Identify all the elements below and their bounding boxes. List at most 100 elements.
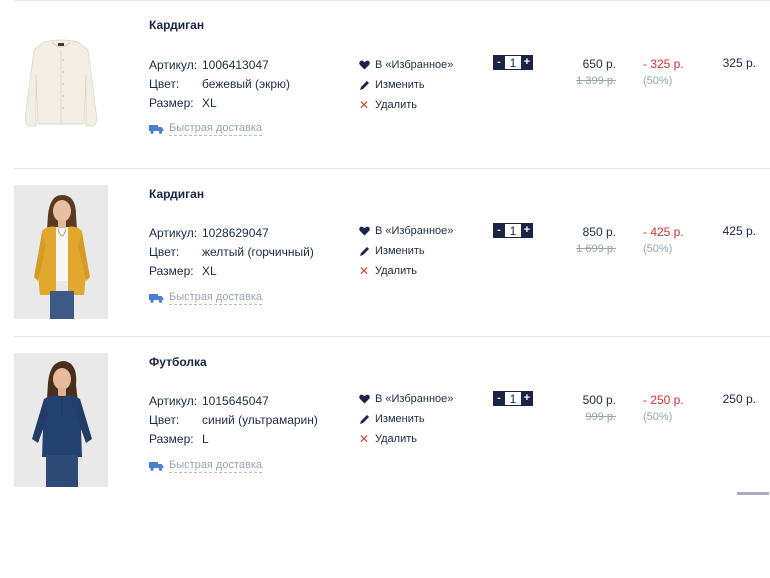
minus-icon[interactable]: -	[493, 223, 505, 238]
size-label: Размер:	[149, 432, 194, 446]
quantity-value[interactable]: 1	[505, 223, 521, 238]
heart-icon	[358, 59, 370, 71]
plus-icon[interactable]: +	[521, 55, 533, 70]
article-label: Артикул:	[149, 394, 198, 408]
discount-amount: - 425 р.	[643, 225, 684, 239]
favorite-label: В «Избранное»	[375, 59, 454, 71]
article-value: 1015645047	[202, 394, 269, 408]
product-image[interactable]	[14, 16, 108, 150]
edit-label: Изменить	[375, 413, 425, 425]
size-value: L	[202, 432, 209, 446]
truck-icon	[149, 462, 164, 471]
product-attributes: Артикул: 1028629047 Цвет: желтый (горчичны…	[149, 224, 314, 281]
quantity-value[interactable]: 1	[505, 391, 521, 406]
close-icon: ✕	[358, 432, 370, 446]
delete-button[interactable]: ✕ Удалить	[358, 429, 453, 449]
product-name[interactable]: Кардиган	[149, 187, 204, 201]
edit-label: Изменить	[375, 79, 425, 91]
old-price: 999 р.	[585, 411, 616, 423]
close-icon: ✕	[358, 98, 370, 112]
article-value: 1028629047	[202, 226, 269, 240]
current-price: 650 р.	[582, 57, 616, 71]
add-to-favorites-button[interactable]: В «Избранное»	[358, 55, 453, 75]
fast-delivery-label: Быстрая доставка	[169, 459, 262, 473]
product-image[interactable]	[14, 185, 108, 319]
size-value: XL	[202, 264, 217, 278]
delete-label: Удалить	[375, 99, 417, 111]
product-name[interactable]: Кардиган	[149, 18, 204, 32]
old-price: 1 399 р.	[576, 75, 616, 87]
delete-button[interactable]: ✕ Удалить	[358, 261, 453, 281]
discount-percent: (50%)	[643, 243, 673, 255]
favorite-label: В «Избранное»	[375, 393, 454, 405]
add-to-favorites-button[interactable]: В «Избранное»	[358, 389, 453, 409]
price-block: 500 р. 999 р.	[568, 392, 616, 426]
close-icon: ✕	[358, 264, 370, 278]
color-label: Цвет:	[149, 77, 180, 91]
product-attributes: Артикул: 1015645047 Цвет: синий (ультрамар…	[149, 392, 318, 449]
item-actions: В «Избранное» Изменить ✕ Удалить	[358, 55, 453, 115]
item-actions: В «Избранное» Изменить ✕ Удалить	[358, 389, 453, 449]
size-label: Размер:	[149, 96, 194, 110]
item-actions: В «Избранное» Изменить ✕ Удалить	[358, 221, 453, 281]
minus-icon[interactable]: -	[493, 391, 505, 406]
delete-label: Удалить	[375, 265, 417, 277]
favorite-label: В «Избранное»	[375, 225, 454, 237]
mustard-cardigan-image	[14, 185, 108, 319]
truck-icon	[149, 125, 164, 134]
quantity-stepper: - 1 +	[493, 55, 533, 70]
edit-button[interactable]: Изменить	[358, 409, 453, 429]
add-to-favorites-button[interactable]: В «Избранное»	[358, 221, 453, 241]
fast-delivery-link[interactable]: Быстрая доставка	[149, 291, 262, 305]
price-block: 850 р. 1 699 р.	[568, 224, 616, 258]
current-price: 500 р.	[582, 393, 616, 407]
cart-item: Кардиган Артикул: 1006413047 Цвет: бежевый…	[0, 0, 770, 168]
discount-amount: - 250 р.	[643, 393, 684, 407]
color-value: бежевый (экрю)	[202, 77, 291, 91]
heart-icon	[358, 225, 370, 237]
discount-block: - 325 р. (50%)	[643, 56, 684, 90]
item-total: 325 р.	[722, 56, 756, 70]
discount-block: - 425 р. (50%)	[643, 224, 684, 258]
edit-button[interactable]: Изменить	[358, 241, 453, 261]
size-label: Размер:	[149, 264, 194, 278]
fast-delivery-label: Быстрая доставка	[169, 122, 262, 136]
quantity-value[interactable]: 1	[505, 55, 521, 70]
cart-item: Кардиган Артикул: 1028629047 Цвет: желтый …	[0, 169, 770, 337]
delete-button[interactable]: ✕ Удалить	[358, 95, 453, 115]
color-value: синий (ультрамарин)	[202, 413, 318, 427]
pencil-icon	[358, 79, 370, 91]
fast-delivery-link[interactable]: Быстрая доставка	[149, 459, 262, 473]
cream-cardigan-image	[14, 16, 108, 150]
item-total: 250 р.	[722, 392, 756, 406]
discount-percent: (50%)	[643, 75, 673, 87]
minus-icon[interactable]: -	[493, 55, 505, 70]
discount-block: - 250 р. (50%)	[643, 392, 684, 426]
discount-percent: (50%)	[643, 411, 673, 423]
item-total: 425 р.	[722, 224, 756, 238]
heart-icon	[358, 393, 370, 405]
cart-item: Футболка Артикул: 1015645047 Цвет: синий (…	[0, 337, 770, 505]
scroll-indicator[interactable]	[737, 492, 769, 495]
color-label: Цвет:	[149, 413, 180, 427]
product-name[interactable]: Футболка	[149, 355, 207, 369]
fast-delivery-label: Быстрая доставка	[169, 291, 262, 305]
product-image[interactable]	[14, 353, 108, 487]
edit-button[interactable]: Изменить	[358, 75, 453, 95]
plus-icon[interactable]: +	[521, 223, 533, 238]
article-label: Артикул:	[149, 58, 198, 72]
product-attributes: Артикул: 1006413047 Цвет: бежевый (экрю) Р…	[149, 56, 290, 113]
size-value: XL	[202, 96, 217, 110]
navy-top-image	[14, 353, 108, 487]
old-price: 1 699 р.	[576, 243, 616, 255]
color-label: Цвет:	[149, 245, 180, 259]
plus-icon[interactable]: +	[521, 391, 533, 406]
price-block: 650 р. 1 399 р.	[568, 56, 616, 90]
article-label: Артикул:	[149, 226, 198, 240]
color-value: желтый (горчичный)	[202, 245, 314, 259]
quantity-stepper: - 1 +	[493, 391, 533, 406]
delete-label: Удалить	[375, 433, 417, 445]
edit-label: Изменить	[375, 245, 425, 257]
truck-icon	[149, 294, 164, 303]
fast-delivery-link[interactable]: Быстрая доставка	[149, 122, 262, 136]
